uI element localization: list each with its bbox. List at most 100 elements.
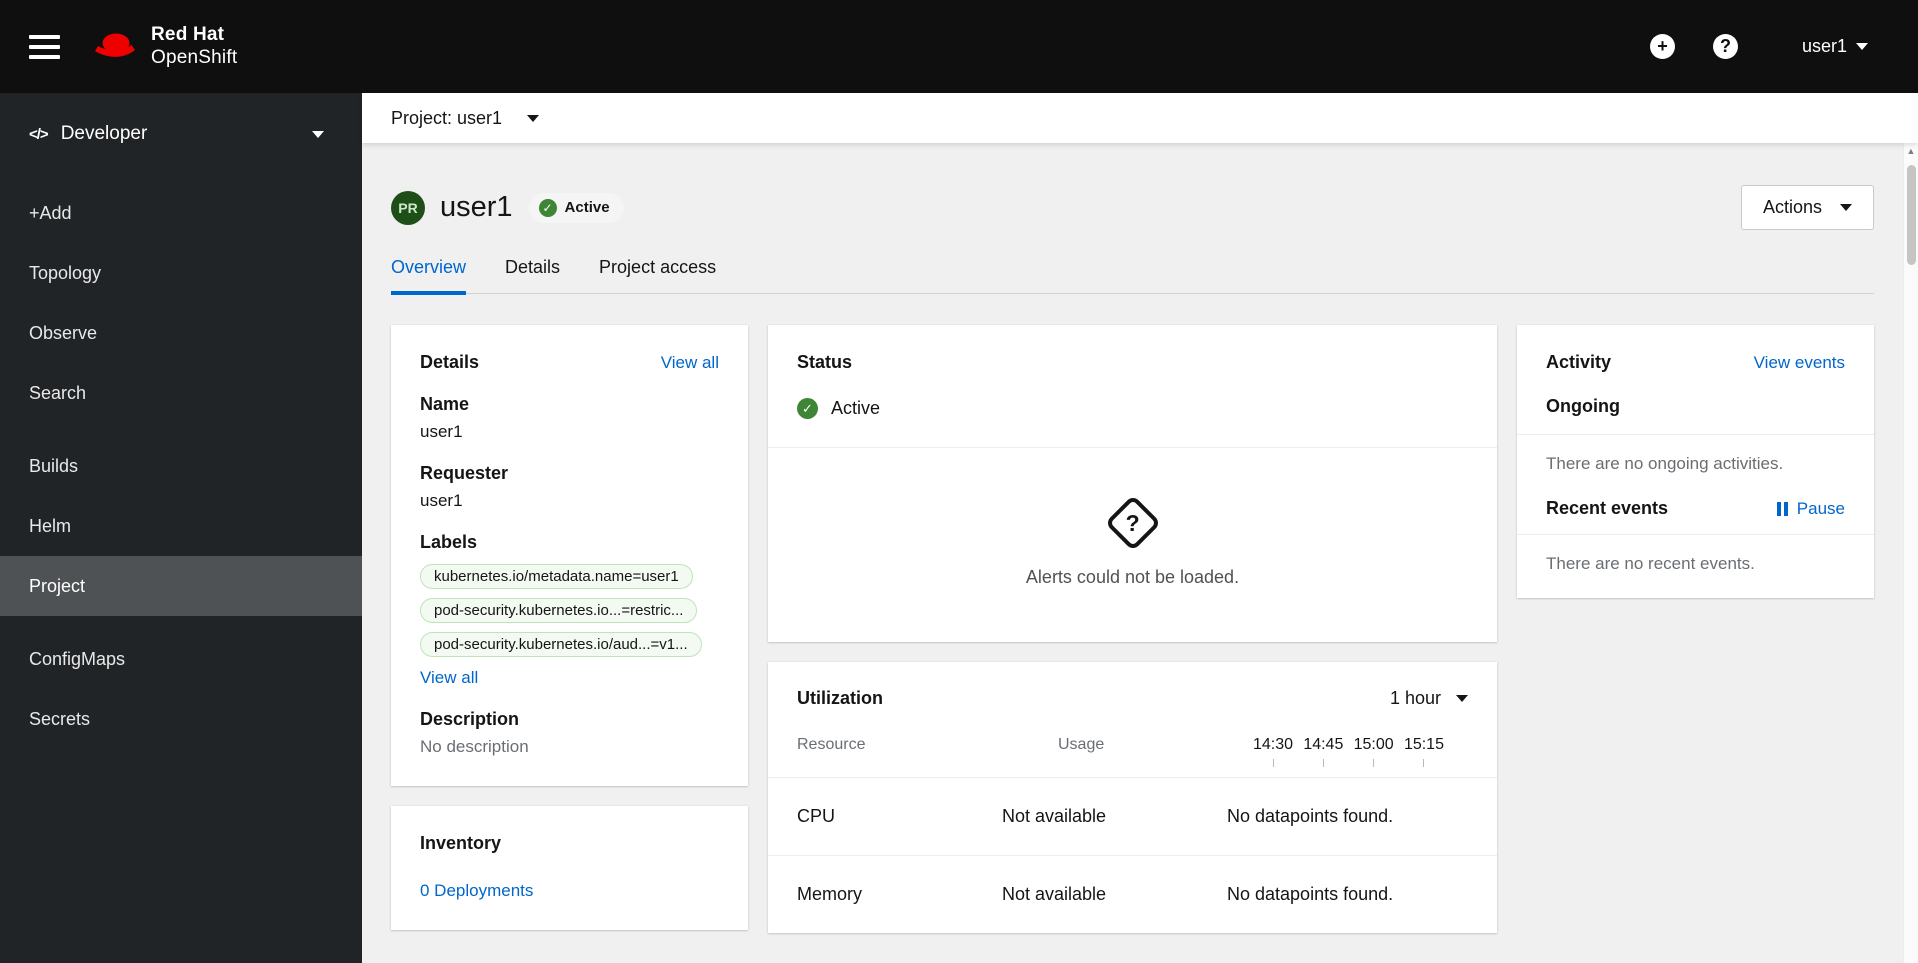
perspective-label: Developer: [60, 123, 148, 144]
sidebar-group-2: Builds Helm Project: [0, 436, 362, 616]
vertical-scrollbar[interactable]: ▲: [1903, 143, 1918, 963]
tab-overview[interactable]: Overview: [391, 257, 467, 295]
perspective-switcher[interactable]: </> Developer: [0, 93, 362, 175]
sidebar-item-search[interactable]: Search: [0, 363, 362, 423]
chevron-down-icon: [1840, 204, 1852, 211]
sidebar-nav: </> Developer +Add Topology Observe Sear…: [0, 93, 362, 963]
time-axis: 14:30 14:45 15:00 15:15: [1227, 736, 1468, 767]
label-pill[interactable]: pod-security.kubernetes.io...=restric...: [420, 598, 698, 623]
sidebar-item-add[interactable]: +Add: [0, 183, 362, 243]
page-title: user1: [440, 191, 513, 223]
view-events-link[interactable]: View events: [1754, 353, 1845, 373]
name-label: Name: [420, 394, 470, 414]
masthead-toolbar: + ? user1: [1649, 34, 1868, 59]
scrollbar-thumb[interactable]: [1907, 165, 1916, 265]
sidebar-item-builds[interactable]: Builds: [0, 436, 362, 496]
activity-card-header: Activity View events: [1517, 325, 1874, 396]
page-scroll-area: PR user1 ✓ Active Actions Overview Detai…: [362, 143, 1903, 963]
label-pill[interactable]: pod-security.kubernetes.io/aud...=v1...: [420, 632, 702, 657]
chevron-down-icon: [1456, 695, 1468, 702]
actions-dropdown-button[interactable]: Actions: [1740, 185, 1874, 230]
openshift-console: Red Hat OpenShift + ? user1 </> Develope…: [0, 0, 1918, 963]
sidebar-item-topology[interactable]: Topology: [0, 243, 362, 303]
pause-icon: [1776, 501, 1788, 516]
overview-dashboard: Details View all Name user1 Requester us…: [362, 294, 1903, 933]
user-menu-label: user1: [1801, 36, 1847, 56]
page-tabs: Overview Details Project access: [391, 257, 1874, 295]
details-card-header: Details View all: [420, 352, 719, 373]
import-plus-circle-icon[interactable]: +: [1649, 34, 1675, 59]
right-column: Activity View events Ongoing There are n…: [1517, 325, 1874, 598]
check-circle-icon: ✓: [538, 198, 557, 217]
sidebar-group-3: ConfigMaps Secrets: [0, 629, 362, 749]
actions-label: Actions: [1762, 197, 1822, 217]
time-label: 14:30: [1253, 736, 1294, 753]
project-status-row: ✓ Active: [797, 398, 1468, 419]
scroll-up-arrow-icon[interactable]: ▲: [1904, 146, 1918, 156]
activity-card: Activity View events Ongoing There are n…: [1517, 325, 1874, 598]
duration-value: 1 hour: [1389, 688, 1441, 708]
duration-dropdown[interactable]: 1 hour: [1390, 688, 1468, 709]
tab-project-access[interactable]: Project access: [599, 257, 716, 293]
resource-datapoints: No datapoints found.: [1227, 884, 1394, 904]
sidebar-group-1: +Add Topology Observe Search: [0, 183, 362, 423]
redhat-fedora-icon: [95, 33, 135, 57]
brand-line1: Red Hat: [151, 24, 225, 46]
brand-logo: Red Hat OpenShift: [92, 24, 237, 69]
label-pill[interactable]: kubernetes.io/metadata.name=user1: [420, 564, 693, 589]
project-selector-bar: Project: user1: [362, 93, 1918, 143]
details-card-title: Details: [420, 352, 480, 372]
hamburger-menu-icon[interactable]: [29, 34, 60, 59]
time-tick: 14:45: [1303, 736, 1343, 767]
utilization-card: Utilization 1 hour Resource Usage 14:30 …: [768, 662, 1497, 933]
page-header: PR user1 ✓ Active Actions: [362, 143, 1903, 230]
inventory-card: Inventory 0 Deployments: [391, 806, 748, 930]
chevron-down-icon[interactable]: [527, 114, 540, 122]
labels-list: kubernetes.io/metadata.name=user1 pod-se…: [420, 564, 719, 657]
time-label: 15:00: [1353, 736, 1394, 753]
description-value: No description: [420, 737, 529, 756]
utilization-row-cpu: CPU Not available No datapoints found.: [768, 777, 1497, 855]
pause-label: Pause: [1796, 498, 1845, 518]
sidebar-item-project[interactable]: Project: [0, 556, 362, 616]
resource-usage: Not available: [1002, 884, 1107, 904]
main-area: Project: user1 PR user1 ✓ Active Actions: [362, 93, 1918, 963]
recent-events-empty-message: There are no recent events.: [1517, 534, 1874, 598]
status-badge: ✓ Active: [528, 192, 624, 223]
deployments-count-link[interactable]: 0 Deployments: [420, 881, 719, 901]
unknown-question-icon: ?: [1104, 494, 1161, 551]
activity-card-title: Activity: [1546, 352, 1612, 372]
utilization-column-headers: Resource Usage 14:30 14:45 15:00 15:15: [797, 736, 1468, 777]
chevron-down-icon: [312, 130, 324, 138]
inventory-card-title: Inventory: [420, 833, 502, 853]
sidebar-item-observe[interactable]: Observe: [0, 303, 362, 363]
labels-view-all-link[interactable]: View all: [420, 668, 478, 688]
brand-text: Red Hat OpenShift: [151, 24, 237, 69]
resource-usage: Not available: [1002, 806, 1107, 826]
sidebar-item-configmaps[interactable]: ConfigMaps: [0, 629, 362, 689]
details-view-all-link[interactable]: View all: [661, 353, 719, 373]
status-card: Status ✓ Active ? Alerts could not be lo…: [768, 325, 1497, 642]
time-label: 14:45: [1303, 736, 1344, 753]
help-question-circle-icon[interactable]: ?: [1712, 34, 1738, 59]
requester-value: user1: [420, 491, 463, 510]
sidebar-items: +Add Topology Observe Search Builds Helm…: [0, 175, 362, 749]
details-card: Details View all Name user1 Requester us…: [391, 325, 748, 786]
user-menu-dropdown[interactable]: user1: [1802, 36, 1868, 57]
utilization-header: Utilization 1 hour Resource Usage 14:30 …: [768, 662, 1497, 777]
status-card-title: Status: [797, 352, 853, 372]
developer-code-icon: </>: [29, 125, 49, 143]
tab-details[interactable]: Details: [505, 257, 560, 293]
resource-column-header: Resource: [797, 736, 866, 753]
sidebar-item-secrets[interactable]: Secrets: [0, 689, 362, 749]
recent-events-row: Recent events Pause: [1517, 498, 1874, 534]
project-selector-label[interactable]: Project: user1: [391, 108, 502, 129]
ongoing-section-title: Ongoing: [1546, 396, 1620, 416]
usage-column-header: Usage: [1058, 736, 1105, 753]
alerts-empty-message: Alerts could not be loaded.: [1025, 566, 1240, 587]
sidebar-item-helm[interactable]: Helm: [0, 496, 362, 556]
project-status-text: Active: [831, 398, 881, 418]
left-column: Details View all Name user1 Requester us…: [391, 325, 748, 930]
pause-events-button[interactable]: Pause: [1776, 498, 1845, 519]
masthead: Red Hat OpenShift + ? user1: [0, 0, 1918, 93]
